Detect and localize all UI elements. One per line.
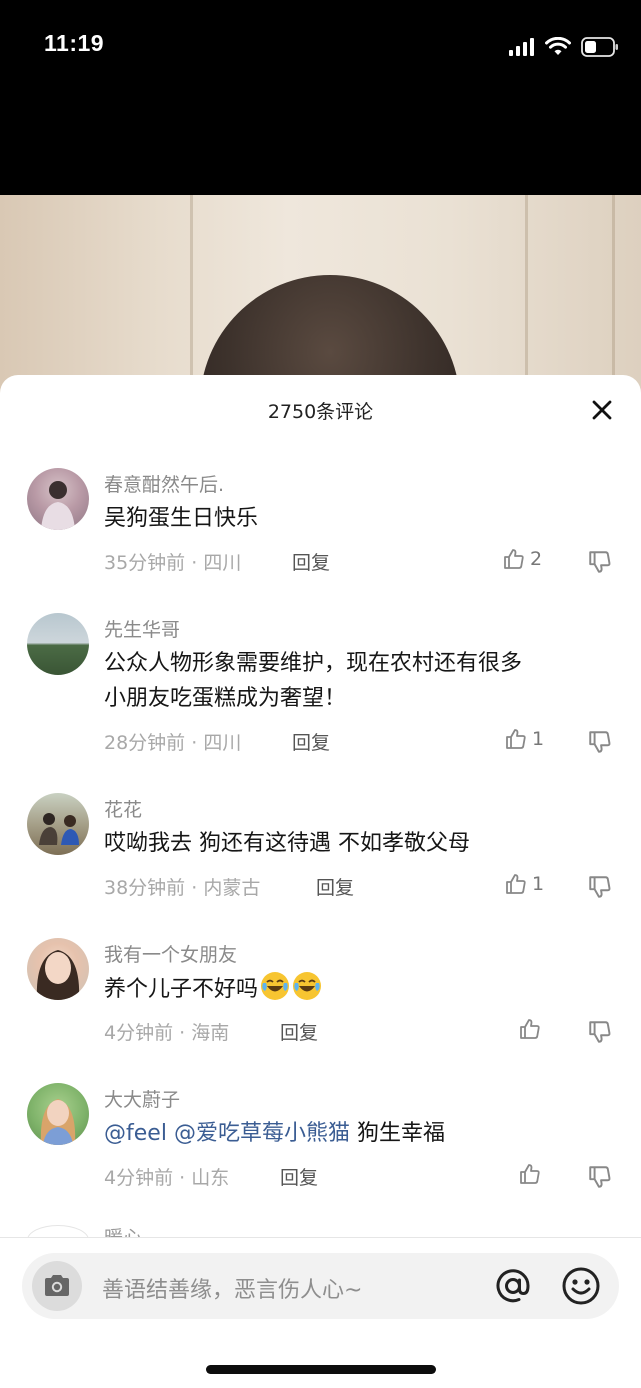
like-button[interactable]: 1 xyxy=(504,872,544,896)
video-preview[interactable] xyxy=(0,195,641,395)
comment-time: 38分钟前 xyxy=(104,877,186,899)
comment-meta: 38分钟前 · 内蒙古 xyxy=(104,873,260,900)
reply-button[interactable]: 回复 xyxy=(292,728,330,755)
avatar[interactable] xyxy=(27,468,89,530)
avatar[interactable] xyxy=(27,938,89,1000)
at-icon[interactable] xyxy=(492,1265,534,1307)
like-button[interactable] xyxy=(518,1162,546,1186)
camera-icon xyxy=(45,1275,69,1296)
thumbs-up-icon xyxy=(506,729,526,749)
avatar-figure xyxy=(40,1099,76,1145)
comment-location: 四川 xyxy=(203,732,242,754)
avatar[interactable] xyxy=(27,793,89,855)
comment-text: 吴狗蛋生日快乐 xyxy=(104,506,259,531)
wall-panel-line xyxy=(525,195,528,395)
comment-username[interactable]: 先生华哥 xyxy=(104,615,180,642)
signal-icon xyxy=(509,38,534,56)
comment-meta: 28分钟前 · 四川 xyxy=(104,728,241,755)
home-indicator[interactable] xyxy=(206,1365,436,1374)
comment-text: 哎呦我去 狗还有这待遇 不如孝敬父母 xyxy=(104,831,470,856)
laughing-crying-emoji xyxy=(261,972,290,1000)
avatar-figure xyxy=(39,813,79,845)
avatar[interactable] xyxy=(27,1083,89,1145)
avatar[interactable] xyxy=(27,613,89,675)
thumbs-up-icon xyxy=(506,874,526,894)
meta-separator: · xyxy=(179,1167,186,1189)
close-icon[interactable] xyxy=(589,397,615,423)
comment-text-content: 狗生幸福 xyxy=(356,1121,445,1146)
comment-text-content: 养个儿子不好吗 xyxy=(104,977,259,1002)
reply-button[interactable]: 回复 xyxy=(316,873,354,900)
meta-separator: · xyxy=(179,1022,186,1044)
comment-time: 28分钟前 xyxy=(104,732,186,754)
mention-link[interactable]: @爱吃草莓小熊猫 xyxy=(174,1121,350,1146)
thumbs-down-icon[interactable] xyxy=(587,729,613,755)
mention-link[interactable]: @feel xyxy=(104,1121,167,1146)
comment-username[interactable]: 我有一个女朋友 xyxy=(104,940,237,967)
comment-input[interactable]: 善语结善缘，恶言伤人心~ xyxy=(22,1253,619,1319)
thumbs-up-icon xyxy=(504,549,524,569)
status-bar: 11:19 xyxy=(0,0,641,195)
wall-panel-line xyxy=(612,195,615,395)
avatar-figure xyxy=(41,481,75,530)
reply-button[interactable]: 回复 xyxy=(280,1018,318,1045)
thumbs-up-icon xyxy=(520,1164,540,1184)
status-icons xyxy=(509,36,619,58)
comment-text: 养个儿子不好吗 xyxy=(104,971,322,1008)
like-button[interactable] xyxy=(518,1017,546,1041)
wifi-icon xyxy=(545,37,571,55)
thumbs-down-icon[interactable] xyxy=(587,1019,613,1045)
meta-separator: · xyxy=(191,877,198,899)
laughing-crying-emoji xyxy=(293,972,322,1000)
comment-input-bar: 善语结善缘，恶言伤人心~ xyxy=(0,1237,641,1388)
comment-meta: 4分钟前 · 海南 xyxy=(104,1018,229,1045)
comments-sheet: 2750条评论 春意酣然午后. 吴狗蛋生日快乐 35分钟前 · 四川 回复 2 … xyxy=(0,375,641,1388)
thumbs-down-icon[interactable] xyxy=(587,1164,613,1190)
camera-button[interactable] xyxy=(32,1261,82,1311)
reply-button[interactable]: 回复 xyxy=(280,1163,318,1190)
comment-time: 35分钟前 xyxy=(104,552,186,574)
meta-separator: · xyxy=(191,732,198,754)
like-count: 1 xyxy=(532,873,545,895)
thumbs-up-icon xyxy=(520,1019,540,1039)
comment-location: 海南 xyxy=(191,1022,230,1044)
like-count: 1 xyxy=(532,728,545,750)
comment-meta: 4分钟前 · 山东 xyxy=(104,1163,229,1190)
comment-time: 4分钟前 xyxy=(104,1022,174,1044)
comment-text: 公众人物形象需要维护，现在农村还有很多 xyxy=(104,651,523,676)
battery-icon xyxy=(581,37,618,57)
like-button[interactable]: 1 xyxy=(504,727,544,751)
wall-panel-line xyxy=(190,195,193,395)
comment-text: 小朋友吃蛋糕成为奢望！ xyxy=(104,686,347,711)
comment-location: 四川 xyxy=(203,552,242,574)
comment-text: @feel @爱吃草莓小熊猫 狗生幸福 xyxy=(104,1116,445,1152)
comment-location: 山东 xyxy=(191,1167,230,1189)
comment-meta: 35分钟前 · 四川 xyxy=(104,548,241,575)
comment-username[interactable]: 大大蔚子 xyxy=(104,1085,180,1112)
status-time: 11:19 xyxy=(44,30,105,56)
smiley-icon[interactable] xyxy=(560,1265,602,1307)
sheet-header: 2750条评论 xyxy=(0,375,641,445)
comment-username[interactable]: 花花 xyxy=(104,795,142,822)
comment-count-title: 2750条评论 xyxy=(267,401,374,423)
input-placeholder[interactable]: 善语结善缘，恶言伤人心~ xyxy=(102,1272,362,1304)
comment-location: 内蒙古 xyxy=(203,877,261,899)
thumbs-down-icon[interactable] xyxy=(587,549,613,575)
reply-button[interactable]: 回复 xyxy=(292,548,330,575)
like-button[interactable]: 2 xyxy=(502,547,542,571)
like-count: 2 xyxy=(530,548,543,570)
thumbs-down-icon[interactable] xyxy=(587,874,613,900)
meta-separator: · xyxy=(191,552,198,574)
comment-time: 4分钟前 xyxy=(104,1167,174,1189)
comment-username[interactable]: 春意酣然午后. xyxy=(104,470,224,497)
avatar-figure xyxy=(36,950,80,1000)
